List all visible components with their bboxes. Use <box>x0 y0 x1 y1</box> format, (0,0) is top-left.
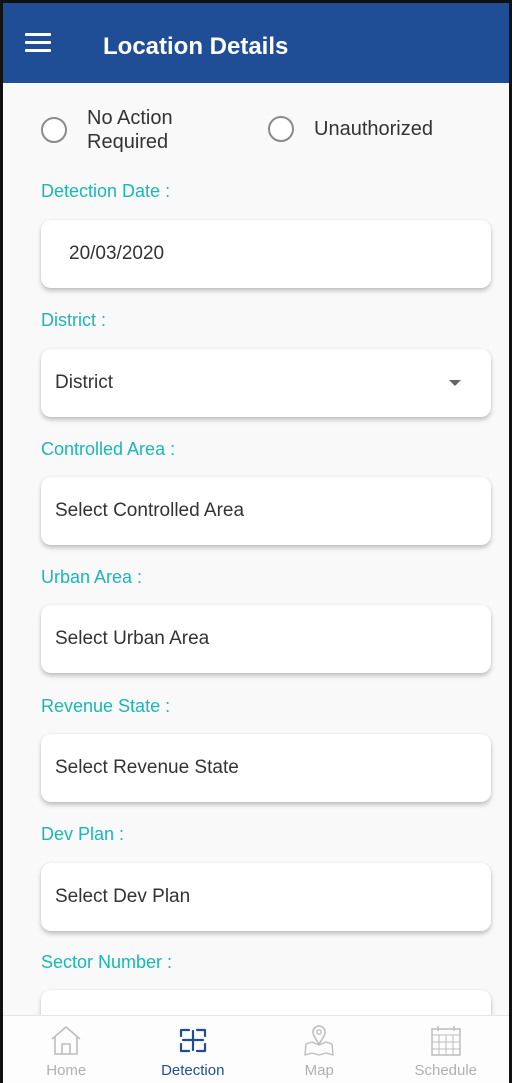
urban-area-label: Urban Area : <box>41 567 143 587</box>
detection-date-value: 20/03/2020 <box>69 243 165 264</box>
map-pin-icon <box>304 1025 334 1056</box>
controlled-area-label: Controlled Area : <box>41 439 176 459</box>
district-select[interactable]: District <box>41 349 491 417</box>
detection-date-label: Detection Date : <box>41 181 171 201</box>
urban-area-placeholder: Select Urban Area <box>55 628 210 649</box>
nav-label: Map <box>304 1062 334 1079</box>
dev-plan-select[interactable]: Select Dev Plan <box>41 863 491 931</box>
nav-map[interactable]: Map <box>256 1016 383 1083</box>
app-bar: Location Details <box>3 3 509 83</box>
radio-label: Unauthorized <box>314 118 433 140</box>
scan-icon <box>179 1028 206 1053</box>
revenue-state-placeholder: Select Revenue State <box>55 757 239 778</box>
district-label: District : <box>41 310 106 330</box>
radio-unauthorized[interactable]: Unauthorized <box>268 116 433 142</box>
district-value: District <box>55 372 114 393</box>
dropdown-arrow-icon <box>449 380 461 386</box>
nav-label: Home <box>46 1062 87 1079</box>
nav-home[interactable]: Home <box>3 1016 130 1083</box>
nav-label: Detection <box>161 1062 225 1079</box>
radio-circle-icon <box>41 117 67 143</box>
app-screen: Location Details No Action Required Unau… <box>0 0 512 1083</box>
dev-plan-placeholder: Select Dev Plan <box>55 886 191 907</box>
page-title: Location Details <box>103 33 289 60</box>
radio-circle-icon <box>268 116 294 142</box>
nav-schedule[interactable]: Schedule <box>383 1016 510 1083</box>
form-content: No Action Required Unauthorized Detectio… <box>3 83 509 1018</box>
home-icon <box>51 1026 81 1055</box>
nav-detection[interactable]: Detection <box>130 1016 257 1083</box>
radio-label: No Action Required <box>87 106 173 154</box>
calendar-icon <box>431 1026 461 1056</box>
bottom-navigation: Home Detection Map Schedule <box>3 1015 509 1083</box>
nav-label: Schedule <box>414 1062 478 1079</box>
radio-label-line: Required <box>87 131 169 153</box>
revenue-state-label: Revenue State : <box>41 696 171 716</box>
status-radio-group: No Action Required Unauthorized <box>3 101 509 161</box>
detection-date-field[interactable]: 20/03/2020 <box>41 220 491 288</box>
hamburger-menu-icon[interactable] <box>25 33 51 53</box>
radio-label-line: No Action <box>87 107 173 129</box>
revenue-state-select[interactable]: Select Revenue State <box>41 734 491 802</box>
controlled-area-placeholder: Select Controlled Area <box>55 500 245 521</box>
dev-plan-label: Dev Plan : <box>41 824 125 844</box>
sector-number-label: Sector Number : <box>41 952 173 972</box>
urban-area-select[interactable]: Select Urban Area <box>41 605 491 673</box>
radio-no-action-required[interactable]: No Action Required <box>41 106 173 154</box>
controlled-area-select[interactable]: Select Controlled Area <box>41 477 491 545</box>
sector-number-select[interactable] <box>41 990 491 1018</box>
